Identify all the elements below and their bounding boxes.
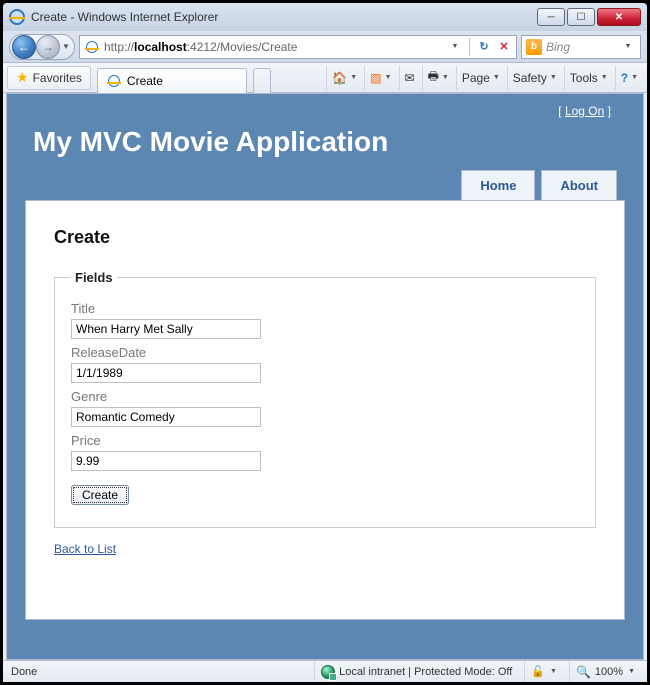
back-button[interactable]: ← <box>12 35 36 59</box>
url-scheme: http:// <box>104 40 134 54</box>
nav-home[interactable]: Home <box>461 170 535 201</box>
separator <box>469 38 470 56</box>
star-icon: ★ <box>16 69 29 86</box>
bing-icon: b <box>526 39 542 55</box>
minimize-button[interactable]: ─ <box>537 8 565 26</box>
price-label: Price <box>71 433 579 448</box>
title-label: Title <box>71 301 579 316</box>
tools-menu-label: Tools <box>570 71 598 85</box>
content-panel: Create Fields Title ReleaseDate Genre <box>25 200 625 620</box>
page-menu[interactable]: Page▼ <box>456 66 505 90</box>
address-bar[interactable]: http://localhost:4212/Movies/Create ▼ ↻ … <box>79 35 517 59</box>
url-text: http://localhost:4212/Movies/Create <box>104 40 442 54</box>
safety-menu[interactable]: Safety▼ <box>507 66 562 90</box>
close-button[interactable]: ✕ <box>597 8 641 26</box>
protected-mode-toggle[interactable]: 🔓▼ <box>524 661 563 682</box>
print-icon: 🖶 <box>428 67 439 88</box>
new-tab-button[interactable] <box>253 68 271 94</box>
mail-icon: ✉ <box>405 71 415 85</box>
status-text: Done <box>9 661 43 682</box>
search-placeholder: Bing <box>546 40 615 54</box>
ie-logo-icon <box>9 9 25 25</box>
create-button[interactable]: Create <box>71 485 129 505</box>
window-frame: Create - Windows Internet Explorer ─ ☐ ✕… <box>0 0 650 685</box>
url-host: localhost <box>134 40 187 54</box>
tab-icon <box>106 73 122 89</box>
zoom-control[interactable]: 🔍 100% ▼ <box>569 661 641 682</box>
home-icon: 🏠 <box>332 71 347 85</box>
search-dropdown[interactable]: ▼ <box>620 39 636 55</box>
title-input[interactable] <box>71 319 261 339</box>
window-inner: Create - Windows Internet Explorer ─ ☐ ✕… <box>3 3 647 682</box>
rss-icon: ▧ <box>370 71 381 85</box>
url-path: :4212/Movies/Create <box>187 40 298 54</box>
page-body: [ Log On ] My MVC Movie Application Home… <box>7 94 643 659</box>
home-button[interactable]: 🏠▼ <box>326 66 362 90</box>
fields-fieldset: Fields Title ReleaseDate Genre <box>54 270 596 528</box>
help-button[interactable]: ?▼ <box>615 66 643 90</box>
zoom-icon: 🔍 <box>576 665 591 679</box>
nav-about[interactable]: About <box>541 170 617 201</box>
app-title: My MVC Movie Application <box>25 122 625 170</box>
zone-text: Local intranet | Protected Mode: Off <box>339 666 512 678</box>
zoom-text: 100% <box>595 666 623 678</box>
fieldset-legend: Fields <box>71 270 117 285</box>
tab-title: Create <box>127 74 163 88</box>
address-dropdown[interactable]: ▼ <box>447 39 463 55</box>
print-button[interactable]: 🖶▼ <box>422 66 454 90</box>
nav-buttons: ← → ▼ <box>9 34 75 60</box>
back-to-list-link[interactable]: Back to List <box>54 542 116 556</box>
browser-tab[interactable]: Create <box>97 68 247 94</box>
stop-button[interactable]: ✕ <box>496 39 512 55</box>
account-area: [ Log On ] <box>25 94 625 122</box>
status-bar: Done Local intranet | Protected Mode: Of… <box>3 660 647 682</box>
releasedate-label: ReleaseDate <box>71 345 579 360</box>
genre-input[interactable] <box>71 407 261 427</box>
releasedate-input[interactable] <box>71 363 261 383</box>
price-input[interactable] <box>71 451 261 471</box>
feeds-button[interactable]: ▧▼ <box>364 66 396 90</box>
favorites-button[interactable]: ★ Favorites <box>7 66 91 90</box>
broken-lock-icon: 🔓 <box>531 665 545 678</box>
security-zone[interactable]: Local intranet | Protected Mode: Off <box>314 661 518 682</box>
nav-toolbar: ← → ▼ http://localhost:4212/Movies/Creat… <box>3 31 647 63</box>
titlebar: Create - Windows Internet Explorer ─ ☐ ✕ <box>3 3 647 31</box>
globe-icon <box>321 665 335 679</box>
window-title: Create - Windows Internet Explorer <box>31 10 537 24</box>
favorites-label: Favorites <box>33 71 82 85</box>
refresh-button[interactable]: ↻ <box>476 39 492 55</box>
window-buttons: ─ ☐ ✕ <box>537 8 641 26</box>
viewport: [ Log On ] My MVC Movie Application Home… <box>6 93 644 660</box>
search-box[interactable]: b Bing ▼ <box>521 35 641 59</box>
maximize-button[interactable]: ☐ <box>567 8 595 26</box>
genre-label: Genre <box>71 389 579 404</box>
nav-history-dropdown[interactable]: ▼ <box>60 42 72 51</box>
safety-menu-label: Safety <box>513 71 547 85</box>
logon-link[interactable]: Log On <box>565 104 604 118</box>
main-nav: Home About <box>25 170 625 201</box>
tools-menu[interactable]: Tools▼ <box>564 66 613 90</box>
page-menu-label: Page <box>462 71 490 85</box>
command-bar: ★ Favorites Create 🏠▼ ▧▼ ✉ 🖶▼ Page▼ Safe… <box>3 63 647 93</box>
page-icon <box>84 39 100 55</box>
forward-button[interactable]: → <box>36 35 60 59</box>
page-heading: Create <box>54 227 596 248</box>
read-mail-button[interactable]: ✉ <box>399 66 420 90</box>
help-icon: ? <box>621 71 628 85</box>
